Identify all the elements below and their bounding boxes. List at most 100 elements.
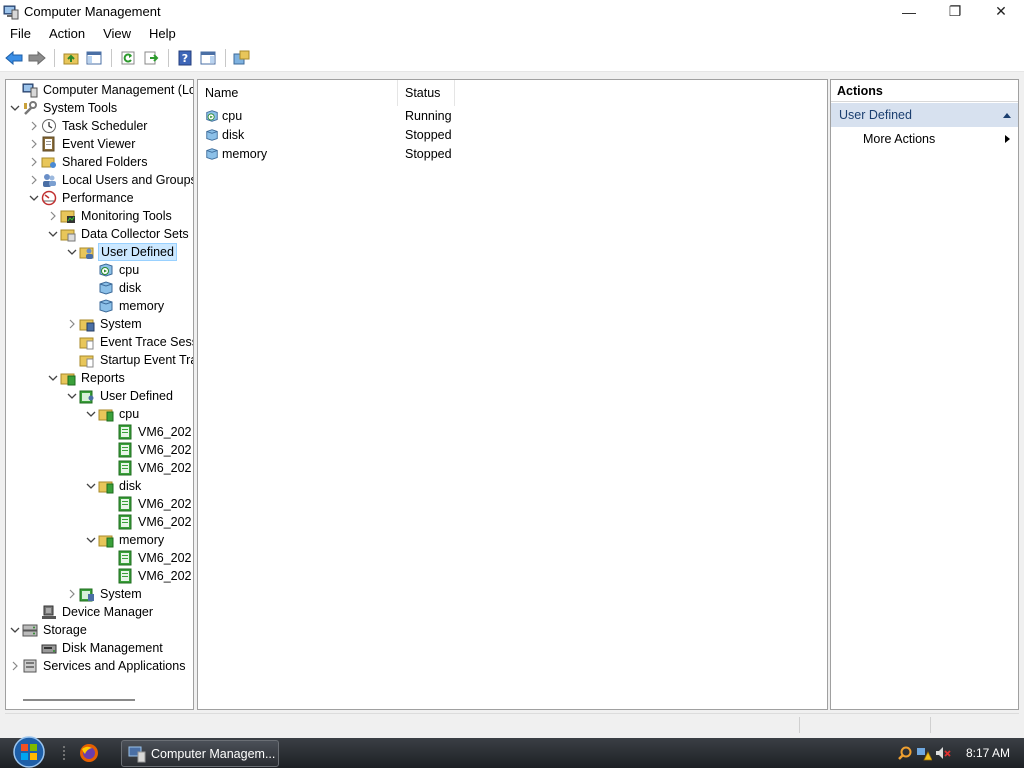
tree-node[interactable]: Event Viewer: [29, 135, 137, 153]
tree-node[interactable]: Services and Applications: [10, 657, 187, 675]
tree-node[interactable]: System: [67, 585, 144, 603]
expand-chevron-icon[interactable]: [67, 585, 77, 603]
tree-node-label: VM6_202: [138, 443, 192, 457]
collapse-up-icon[interactable]: [1002, 111, 1012, 119]
tree-node[interactable]: Event Trace Sess: [67, 333, 193, 351]
help-icon[interactable]: ?: [174, 47, 196, 69]
collapse-chevron-icon[interactable]: [48, 225, 58, 243]
tree-horizontal-scrollbar[interactable]: [23, 699, 135, 701]
clock[interactable]: 8:17 AM: [966, 746, 1010, 760]
maximize-button[interactable]: ❐: [932, 0, 978, 23]
tree-node[interactable]: User Defined: [67, 387, 175, 405]
collapse-chevron-icon[interactable]: [48, 369, 58, 387]
list-row[interactable]: cpu Running: [198, 106, 452, 125]
tree-node-label: cpu: [119, 263, 140, 277]
expand-chevron-icon[interactable]: [67, 315, 77, 333]
network-warning-icon[interactable]: [916, 745, 932, 761]
shared-folders-icon: [41, 154, 57, 170]
tree-node[interactable]: Data Collector Sets: [48, 225, 191, 243]
collapse-chevron-icon[interactable]: [86, 477, 96, 495]
close-button[interactable]: ✕: [978, 0, 1024, 23]
menu-action[interactable]: Action: [39, 23, 93, 44]
running-collector-icon: [98, 262, 114, 278]
tree-node[interactable]: User Defined: [67, 243, 177, 261]
tree-node[interactable]: Monitoring Tools: [48, 207, 174, 225]
up-folder-icon[interactable]: [60, 47, 82, 69]
tree-node[interactable]: VM6_202: [105, 495, 193, 513]
expand-chevron-icon[interactable]: [29, 117, 39, 135]
tree-node[interactable]: Startup Event Tra: [67, 351, 193, 369]
tree-node[interactable]: Disk Management: [29, 639, 165, 657]
console-tree[interactable]: Computer Management (Local System Tools Ta…: [5, 79, 194, 710]
tree-node[interactable]: Computer Management (Local: [10, 81, 193, 99]
column-header-name[interactable]: Name: [198, 80, 398, 106]
collector-icon: [98, 280, 114, 296]
tree-node[interactable]: memory: [86, 297, 166, 315]
tree-node[interactable]: Device Manager: [29, 603, 155, 621]
tree-node[interactable]: VM6_202: [105, 549, 193, 567]
collapse-chevron-icon[interactable]: [10, 621, 20, 639]
tree-node-label: Local Users and Groups: [62, 173, 194, 187]
expand-chevron-icon[interactable]: [48, 207, 58, 225]
expand-chevron-icon[interactable]: [29, 153, 39, 171]
tree-node[interactable]: VM6_202: [105, 441, 193, 459]
more-actions-item[interactable]: More Actions: [831, 127, 1018, 151]
search-tray-icon[interactable]: [897, 745, 913, 761]
tree-node[interactable]: Storage: [10, 621, 89, 639]
tree-node[interactable]: VM6_202: [105, 459, 193, 477]
show-hide-tree-icon[interactable]: [83, 47, 105, 69]
list-row[interactable]: disk Stopped: [198, 125, 452, 144]
firefox-icon[interactable]: [79, 743, 99, 763]
system-tools-icon: [22, 100, 38, 116]
tree-node[interactable]: Performance: [29, 189, 136, 207]
services-icon: [22, 658, 38, 674]
expand-chevron-icon[interactable]: [29, 135, 39, 153]
menu-view[interactable]: View: [93, 23, 139, 44]
tree-node[interactable]: VM6_202: [105, 513, 193, 531]
results-list[interactable]: Name Status cpu Running disk Stopped memory S…: [197, 79, 828, 710]
collapse-chevron-icon[interactable]: [67, 387, 77, 405]
tree-node[interactable]: disk: [86, 279, 143, 297]
tree-node[interactable]: memory: [86, 531, 166, 549]
properties-icon[interactable]: [231, 47, 253, 69]
forward-icon[interactable]: [26, 47, 48, 69]
tree-node[interactable]: VM6_202: [105, 567, 193, 585]
export-list-icon[interactable]: [140, 47, 162, 69]
collapse-chevron-icon[interactable]: [86, 405, 96, 423]
refresh-icon[interactable]: [117, 47, 139, 69]
tree-node-label: disk: [119, 281, 142, 295]
expand-chevron-icon[interactable]: [29, 171, 39, 189]
tree-node[interactable]: Reports: [48, 369, 127, 387]
collapse-chevron-icon[interactable]: [67, 243, 77, 261]
list-cell-name: memory: [222, 146, 268, 161]
list-row[interactable]: memory Stopped: [198, 144, 452, 163]
minimize-button[interactable]: —: [886, 0, 932, 23]
tree-node[interactable]: Local Users and Groups: [29, 171, 194, 189]
report-user-defined-icon: [79, 388, 95, 404]
tree-node[interactable]: VM6_202: [105, 423, 193, 441]
column-header-status[interactable]: Status: [398, 80, 455, 106]
actions-section-user-defined[interactable]: User Defined: [831, 103, 1018, 127]
tree-node[interactable]: cpu: [86, 261, 141, 279]
menu-file[interactable]: File: [0, 23, 39, 44]
tree-node[interactable]: Task Scheduler: [29, 117, 149, 135]
tree-node[interactable]: Shared Folders: [29, 153, 149, 171]
start-button-icon[interactable]: [8, 736, 50, 768]
collapse-chevron-icon[interactable]: [86, 531, 96, 549]
volume-muted-icon[interactable]: [935, 745, 951, 761]
tree-node[interactable]: disk: [86, 477, 143, 495]
expand-chevron-icon[interactable]: [10, 657, 20, 675]
tree-node-label: Disk Management: [62, 641, 163, 655]
list-cell-status: Stopped: [405, 146, 452, 161]
show-hide-action-pane-icon[interactable]: [197, 47, 219, 69]
tree-node[interactable]: System: [67, 315, 144, 333]
tree-node[interactable]: cpu: [86, 405, 141, 423]
tree-node[interactable]: System Tools: [10, 99, 119, 117]
back-icon[interactable]: [3, 47, 25, 69]
report-icon: [117, 460, 133, 476]
taskbar-computer-management[interactable]: Computer Managem...: [121, 740, 279, 767]
collapse-chevron-icon[interactable]: [10, 99, 20, 117]
collapse-chevron-icon[interactable]: [29, 189, 39, 207]
menu-help[interactable]: Help: [139, 23, 184, 44]
